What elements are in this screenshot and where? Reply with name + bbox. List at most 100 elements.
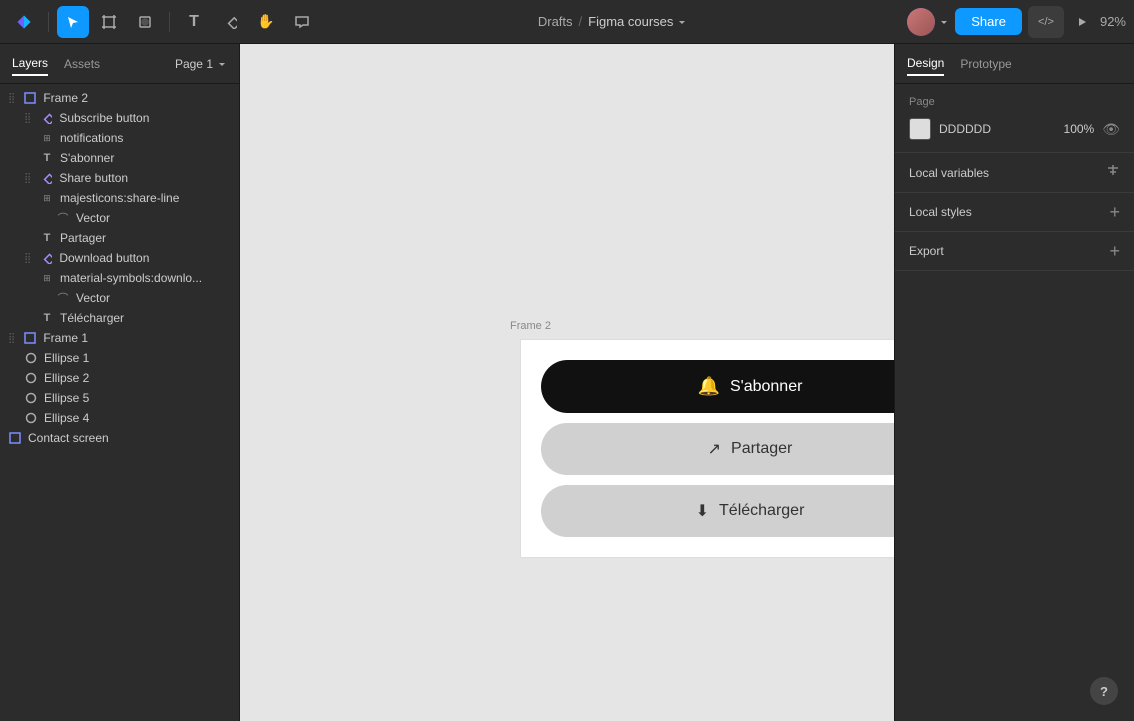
visibility-icon[interactable]: 👁 (1102, 121, 1120, 138)
text-icon: T (40, 231, 54, 245)
tab-assets[interactable]: Assets (64, 53, 100, 75)
local-styles-label: Local styles (909, 205, 972, 219)
frame-icon (23, 91, 37, 105)
toolbar-separator-2 (169, 12, 170, 32)
toolbar-right: Share </> 92% (907, 6, 1126, 38)
layer-ellipse1[interactable]: Ellipse 1 (0, 348, 239, 368)
help-button[interactable]: ? (1090, 677, 1118, 705)
ellipse-icon (24, 411, 38, 425)
shape-tool[interactable] (129, 6, 161, 38)
layer-telecharger-text[interactable]: T Télécharger (0, 308, 239, 328)
download-button-canvas[interactable]: ⬇ Télécharger (541, 485, 894, 537)
export-row[interactable]: Export + (895, 232, 1134, 271)
left-panel: Layers Assets Page 1 ⣿ Frame 2 ⣿ (0, 44, 240, 721)
right-panel: Design Prototype Page DDDDDD 100% 👁 Loca… (894, 44, 1134, 721)
component-tool[interactable] (214, 6, 246, 38)
panel-tabs: Layers Assets Page 1 (0, 44, 239, 84)
opacity-value[interactable]: 100% (1064, 122, 1095, 136)
layer-vector2[interactable]: ⌒ Vector (0, 288, 239, 308)
color-swatch[interactable] (909, 118, 931, 140)
layer-majesticons[interactable]: ⊞ majesticons:share-line (0, 188, 239, 208)
text-icon: T (40, 151, 54, 165)
layer-ellipse2[interactable]: Ellipse 2 (0, 368, 239, 388)
layer-contact-screen[interactable]: Contact screen (0, 428, 239, 448)
ellipse-icon (24, 391, 38, 405)
drag-handle: ⣿ (8, 333, 15, 344)
local-variables-icon[interactable] (1106, 163, 1120, 182)
drag-handle: ⣿ (8, 93, 15, 104)
local-variables-label: Local variables (909, 166, 989, 180)
vector-icon: ⌒ (56, 211, 70, 225)
layer-frame2[interactable]: ⣿ Frame 2 (0, 88, 239, 108)
page-selector[interactable]: Page 1 (175, 57, 227, 71)
frame-label: Frame 2 (510, 320, 551, 332)
code-button[interactable]: </> (1028, 6, 1064, 38)
layer-share-btn[interactable]: ⣿ Share button (0, 168, 239, 188)
layers-list: ⣿ Frame 2 ⣿ Subscribe button ⊞ notificat… (0, 84, 239, 721)
download-icon: ⬇ (696, 501, 709, 521)
bell-icon: 🔔 (698, 376, 720, 397)
share-button[interactable]: Share (955, 8, 1022, 35)
layer-vector1[interactable]: ⌒ Vector (0, 208, 239, 228)
main-area: Layers Assets Page 1 ⣿ Frame 2 ⣿ (0, 44, 1134, 721)
right-panel-tabs: Design Prototype (895, 44, 1134, 84)
component-icon (39, 251, 53, 265)
subscribe-button[interactable]: 🔔 S'abonner (541, 360, 894, 413)
grid-icon: ⊞ (40, 191, 54, 205)
text-tool[interactable]: T (178, 6, 210, 38)
grid-icon: ⊞ (40, 271, 54, 285)
frame-icon (8, 431, 22, 445)
layer-ellipse5[interactable]: Ellipse 5 (0, 388, 239, 408)
tab-design[interactable]: Design (907, 52, 944, 76)
export-label: Export (909, 244, 944, 258)
breadcrumb-separator: / (579, 14, 583, 29)
layer-ellipse4[interactable]: Ellipse 4 (0, 408, 239, 428)
breadcrumb-drafts[interactable]: Drafts (538, 14, 573, 29)
layer-notifications[interactable]: ⊞ notifications (0, 128, 239, 148)
layer-sabonner-text[interactable]: T S'abonner (0, 148, 239, 168)
tab-prototype[interactable]: Prototype (960, 53, 1011, 75)
local-styles-add-icon[interactable]: + (1109, 203, 1120, 221)
layer-partager-text[interactable]: T Partager (0, 228, 239, 248)
frame-tool[interactable] (93, 6, 125, 38)
text-icon: T (40, 311, 54, 325)
local-variables-row[interactable]: Local variables (895, 153, 1134, 193)
layer-download-btn[interactable]: ⣿ Download button (0, 248, 239, 268)
ellipse-icon (24, 351, 38, 365)
avatar-button[interactable] (907, 8, 949, 36)
ellipse-icon (24, 371, 38, 385)
drag-handle: ⣿ (24, 113, 31, 124)
layer-subscribe-btn[interactable]: ⣿ Subscribe button (0, 108, 239, 128)
frame-icon (23, 331, 37, 345)
vector-icon: ⌒ (56, 291, 70, 305)
user-avatar (907, 8, 935, 36)
frame-box: 🔔 S'abonner ↗ Partager ⬇ Télécharger (520, 339, 894, 558)
share-button-canvas[interactable]: ↗ Partager (541, 423, 894, 475)
select-tool[interactable] (57, 6, 89, 38)
layer-frame1[interactable]: ⣿ Frame 1 (0, 328, 239, 348)
component-icon (39, 171, 53, 185)
page-section: Page DDDDDD 100% 👁 (895, 84, 1134, 153)
grid-icon: ⊞ (40, 131, 54, 145)
project-name[interactable]: Figma courses (588, 14, 687, 29)
toolbar-left: T ✋ (8, 6, 318, 38)
toolbar-separator-1 (48, 12, 49, 32)
component-icon (39, 111, 53, 125)
page-section-title: Page (909, 96, 1120, 108)
menu-button[interactable] (8, 6, 40, 38)
canvas: Frame 2 🔔 S'abonner ↗ Partager ⬇ Télécha… (240, 44, 894, 721)
layer-material-symbols[interactable]: ⊞ material-symbols:downlo... (0, 268, 239, 288)
zoom-level[interactable]: 92% (1100, 14, 1126, 29)
page-color-row: DDDDDD 100% 👁 (909, 118, 1120, 140)
local-styles-row[interactable]: Local styles + (895, 193, 1134, 232)
tab-layers[interactable]: Layers (12, 52, 48, 76)
export-add-icon[interactable]: + (1109, 242, 1120, 260)
hand-tool[interactable]: ✋ (250, 6, 282, 38)
toolbar-center: Drafts / Figma courses (318, 14, 907, 29)
toolbar: T ✋ Drafts / Figma courses (0, 0, 1134, 44)
share-icon: ↗ (708, 439, 721, 459)
color-hex[interactable]: DDDDDD (939, 122, 1056, 136)
comment-tool[interactable] (286, 6, 318, 38)
drag-handle: ⣿ (24, 253, 31, 264)
play-button[interactable] (1070, 12, 1094, 32)
